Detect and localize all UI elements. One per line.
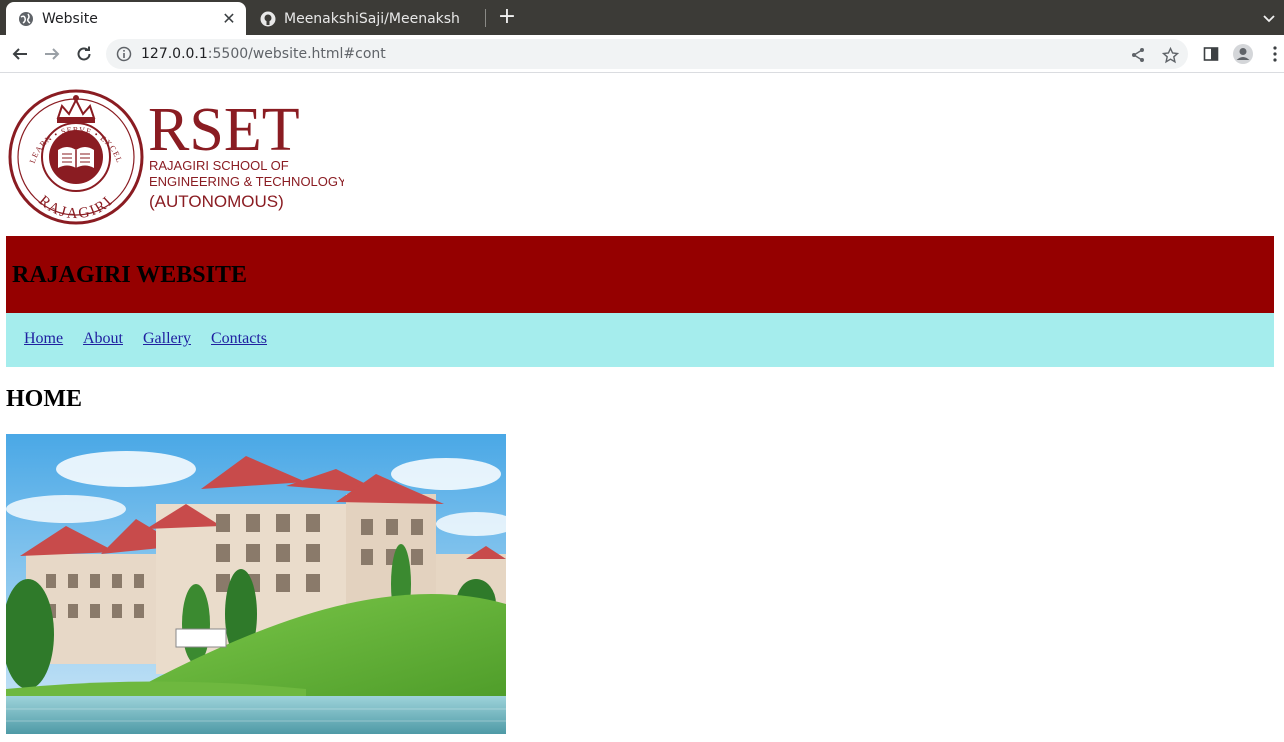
nav-link-home[interactable]: Home — [24, 330, 63, 348]
github-icon — [260, 11, 276, 27]
tab-separator — [485, 9, 486, 27]
site-title: RAJAGIRI WEBSITE — [12, 262, 247, 288]
web-page: LEARN • SERVE • EXCEL RAJAGIRI RSET RAJA… — [0, 74, 1284, 742]
share-icon[interactable] — [1129, 46, 1147, 64]
url-host: 127.0.0.1 — [141, 46, 208, 62]
tab-strip: Website ✕ MeenakshiSaji/Meenaksh + — [0, 0, 1284, 35]
globe-icon — [18, 11, 34, 27]
chevron-down-icon[interactable] — [1258, 7, 1280, 29]
logo-wordmark: RSET — [148, 96, 300, 164]
reload-icon[interactable] — [72, 42, 96, 66]
tab-github[interactable]: MeenakshiSaji/Meenaksh — [248, 2, 484, 35]
campus-photo — [6, 434, 506, 734]
new-tab-button[interactable]: + — [495, 6, 519, 30]
rset-logo: LEARN • SERVE • EXCEL RAJAGIRI RSET RAJA… — [8, 89, 344, 225]
side-panel-icon[interactable] — [1199, 42, 1223, 66]
address-bar[interactable]: 127.0.0.1:5500/website.html#cont — [106, 39, 1188, 69]
url-text: 127.0.0.1:5500/website.html#cont — [141, 46, 386, 62]
profile-avatar-icon[interactable] — [1231, 42, 1255, 66]
tab-title: MeenakshiSaji/Meenaksh — [284, 10, 460, 27]
nav-link-gallery[interactable]: Gallery — [143, 330, 191, 348]
tab-website[interactable]: Website ✕ — [6, 2, 246, 35]
logo-line-2: ENGINEERING & TECHNOLOGY — [149, 174, 344, 189]
back-icon[interactable] — [8, 42, 32, 66]
nav-link-contacts[interactable]: Contacts — [211, 330, 267, 348]
site-nav: Home About Gallery Contacts — [6, 313, 1274, 367]
url-path: :5500/website.html#cont — [207, 46, 386, 62]
site-banner: RAJAGIRI WEBSITE — [6, 236, 1274, 313]
logo-line-1: RAJAGIRI SCHOOL OF — [149, 158, 289, 173]
nav-link-about[interactable]: About — [83, 330, 123, 348]
close-tab-icon[interactable]: ✕ — [218, 8, 240, 30]
tab-title: Website — [42, 10, 98, 27]
section-title: HOME — [6, 386, 82, 412]
bookmark-star-icon[interactable] — [1161, 46, 1179, 64]
site-info-icon[interactable] — [116, 46, 132, 62]
browser-toolbar: 127.0.0.1:5500/website.html#cont — [0, 35, 1284, 73]
forward-icon[interactable] — [40, 42, 64, 66]
menu-dots-icon[interactable] — [1263, 42, 1284, 66]
logo-line-3: (AUTONOMOUS) — [149, 192, 284, 211]
